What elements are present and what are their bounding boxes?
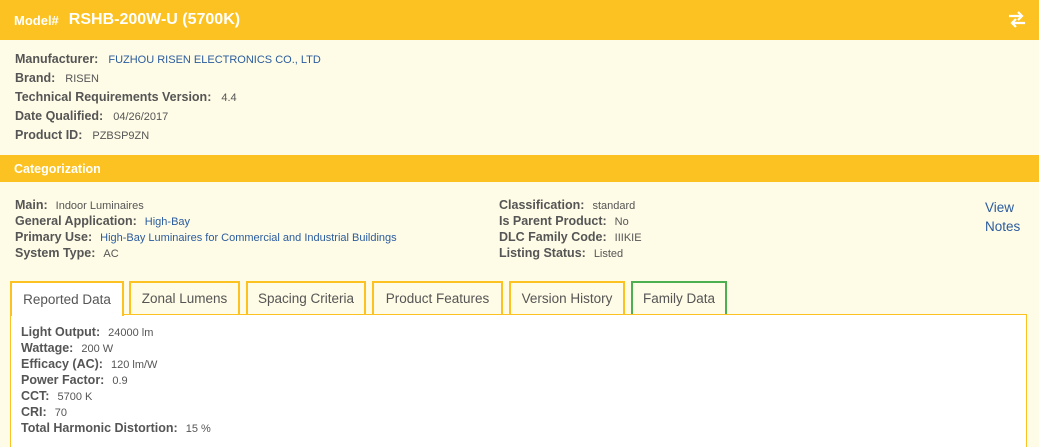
system-type-label: System Type: [15, 246, 96, 260]
wattage-row: Wattage: 200 W [21, 341, 1016, 357]
brand-value: RISEN [65, 73, 99, 85]
date-qualified-label: Date Qualified: [15, 109, 104, 123]
cct-value: 5700 K [57, 391, 93, 403]
view-notes-link[interactable]: View Notes [985, 198, 1035, 236]
manufacturer-link[interactable]: FUZHOU RISEN ELECTRONICS CO., LTD [108, 54, 320, 66]
classification-label: Classification: [499, 198, 585, 212]
general-application-row: General Application: High-Bay [15, 214, 397, 230]
tab-family-data[interactable]: Family Data [631, 281, 727, 314]
tab-version-history[interactable]: Version History [509, 281, 625, 314]
power-factor-row: Power Factor: 0.9 [21, 373, 1016, 389]
wattage-value: 200 W [81, 343, 114, 355]
primary-use-row: Primary Use: High-Bay Luminaires for Com… [15, 230, 397, 246]
tech-version-label: Technical Requirements Version: [15, 90, 212, 104]
brand-row: Brand: RISEN [15, 71, 1024, 90]
product-id-row: Product ID: PZBSP9ZN [15, 128, 1024, 147]
tech-version-value: 4.4 [221, 92, 237, 104]
thd-label: Total Harmonic Distortion: [21, 421, 178, 435]
parent-product-row: Is Parent Product: No [499, 214, 642, 230]
manufacturer-row: Manufacturer: FUZHOU RISEN ELECTRONICS C… [15, 52, 1024, 71]
listing-status-row: Listing Status: Listed [499, 246, 642, 262]
primary-use-link[interactable]: High-Bay Luminaires for Commercial and I… [100, 232, 397, 244]
swap-arrows-icon[interactable] [1007, 10, 1027, 28]
cri-value: 70 [54, 407, 67, 419]
family-code-label: DLC Family Code: [499, 230, 607, 244]
power-factor-value: 0.9 [112, 375, 128, 387]
model-value: RSHB-200W-U (5700K) [68, 11, 241, 28]
model-label: Model# [14, 12, 59, 28]
main-row: Main: Indoor Luminaires [15, 198, 397, 214]
cri-row: CRI: 70 [21, 405, 1016, 421]
categorization-left: Main: Indoor Luminaires General Applicat… [15, 198, 397, 262]
system-type-value: AC [103, 248, 119, 260]
tab-spacing-criteria[interactable]: Spacing Criteria [246, 281, 366, 314]
listing-status-label: Listing Status: [499, 246, 586, 260]
cct-row: CCT: 5700 K [21, 389, 1016, 405]
categorization-header: Categorization [0, 155, 1039, 182]
thd-row: Total Harmonic Distortion: 15 % [21, 421, 1016, 437]
categorization-right: Classification: standard Is Parent Produ… [499, 198, 642, 262]
listing-status-value: Listed [593, 248, 624, 260]
main-label: Main: [15, 198, 48, 212]
manufacturer-label: Manufacturer: [15, 52, 99, 66]
parent-product-label: Is Parent Product: [499, 214, 607, 228]
product-id-value: PZBSP9ZN [92, 130, 150, 142]
system-type-row: System Type: AC [15, 246, 397, 262]
cct-label: CCT: [21, 389, 50, 403]
product-info: Manufacturer: FUZHOU RISEN ELECTRONICS C… [0, 40, 1039, 155]
main-value: Indoor Luminaires [55, 200, 144, 212]
classification-value: standard [592, 200, 636, 212]
efficacy-value: 120 lm/W [110, 359, 158, 371]
product-id-label: Product ID: [15, 128, 83, 142]
classification-row: Classification: standard [499, 198, 642, 214]
reported-data-panel: Light Output: 24000 lm Wattage: 200 W Ef… [10, 314, 1027, 447]
model-header: Model# RSHB-200W-U (5700K) [0, 0, 1039, 40]
tab-reported-data[interactable]: Reported Data [10, 281, 124, 316]
categorization-section: Main: Indoor Luminaires General Applicat… [0, 182, 1039, 447]
cri-label: CRI: [21, 405, 47, 419]
general-application-label: General Application: [15, 214, 137, 228]
brand-label: Brand: [15, 71, 56, 85]
primary-use-label: Primary Use: [15, 230, 93, 244]
date-qualified-value: 04/26/2017 [113, 111, 169, 123]
family-code-row: DLC Family Code: IIIKIE [499, 230, 642, 246]
efficacy-row: Efficacy (AC): 120 lm/W [21, 357, 1016, 373]
tab-zonal-lumens[interactable]: Zonal Lumens [129, 281, 240, 314]
thd-value: 15 % [185, 423, 211, 435]
family-code-value: IIIKIE [614, 232, 642, 244]
general-application-link[interactable]: High-Bay [145, 216, 190, 228]
power-factor-label: Power Factor: [21, 373, 105, 387]
tech-version-row: Technical Requirements Version: 4.4 [15, 90, 1024, 109]
light-output-label: Light Output: [21, 325, 101, 339]
parent-product-value: No [614, 216, 629, 228]
light-output-row: Light Output: 24000 lm [21, 325, 1016, 341]
light-output-value: 24000 lm [108, 327, 154, 339]
wattage-label: Wattage: [21, 341, 74, 355]
tab-product-features[interactable]: Product Features [372, 281, 503, 314]
date-qualified-row: Date Qualified: 04/26/2017 [15, 109, 1024, 128]
efficacy-label: Efficacy (AC): [21, 357, 103, 371]
